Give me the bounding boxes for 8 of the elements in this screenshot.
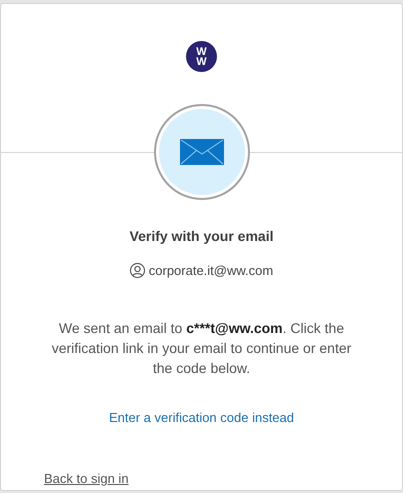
envelope-icon	[180, 139, 224, 165]
back-to-sign-in-link[interactable]: Back to sign in	[44, 469, 129, 488]
user-identifier: corporate.it@ww.com	[148, 262, 274, 280]
verification-code-link[interactable]: Enter a verification code instead	[109, 408, 294, 427]
page-title: Verify with your email	[128, 227, 274, 246]
instruction-text: We sent an email to c***t@ww.com. Click the verification link in your email to continue or enter the code below.	[50, 318, 352, 378]
user-icon	[130, 263, 145, 278]
logo: W W	[186, 41, 217, 72]
